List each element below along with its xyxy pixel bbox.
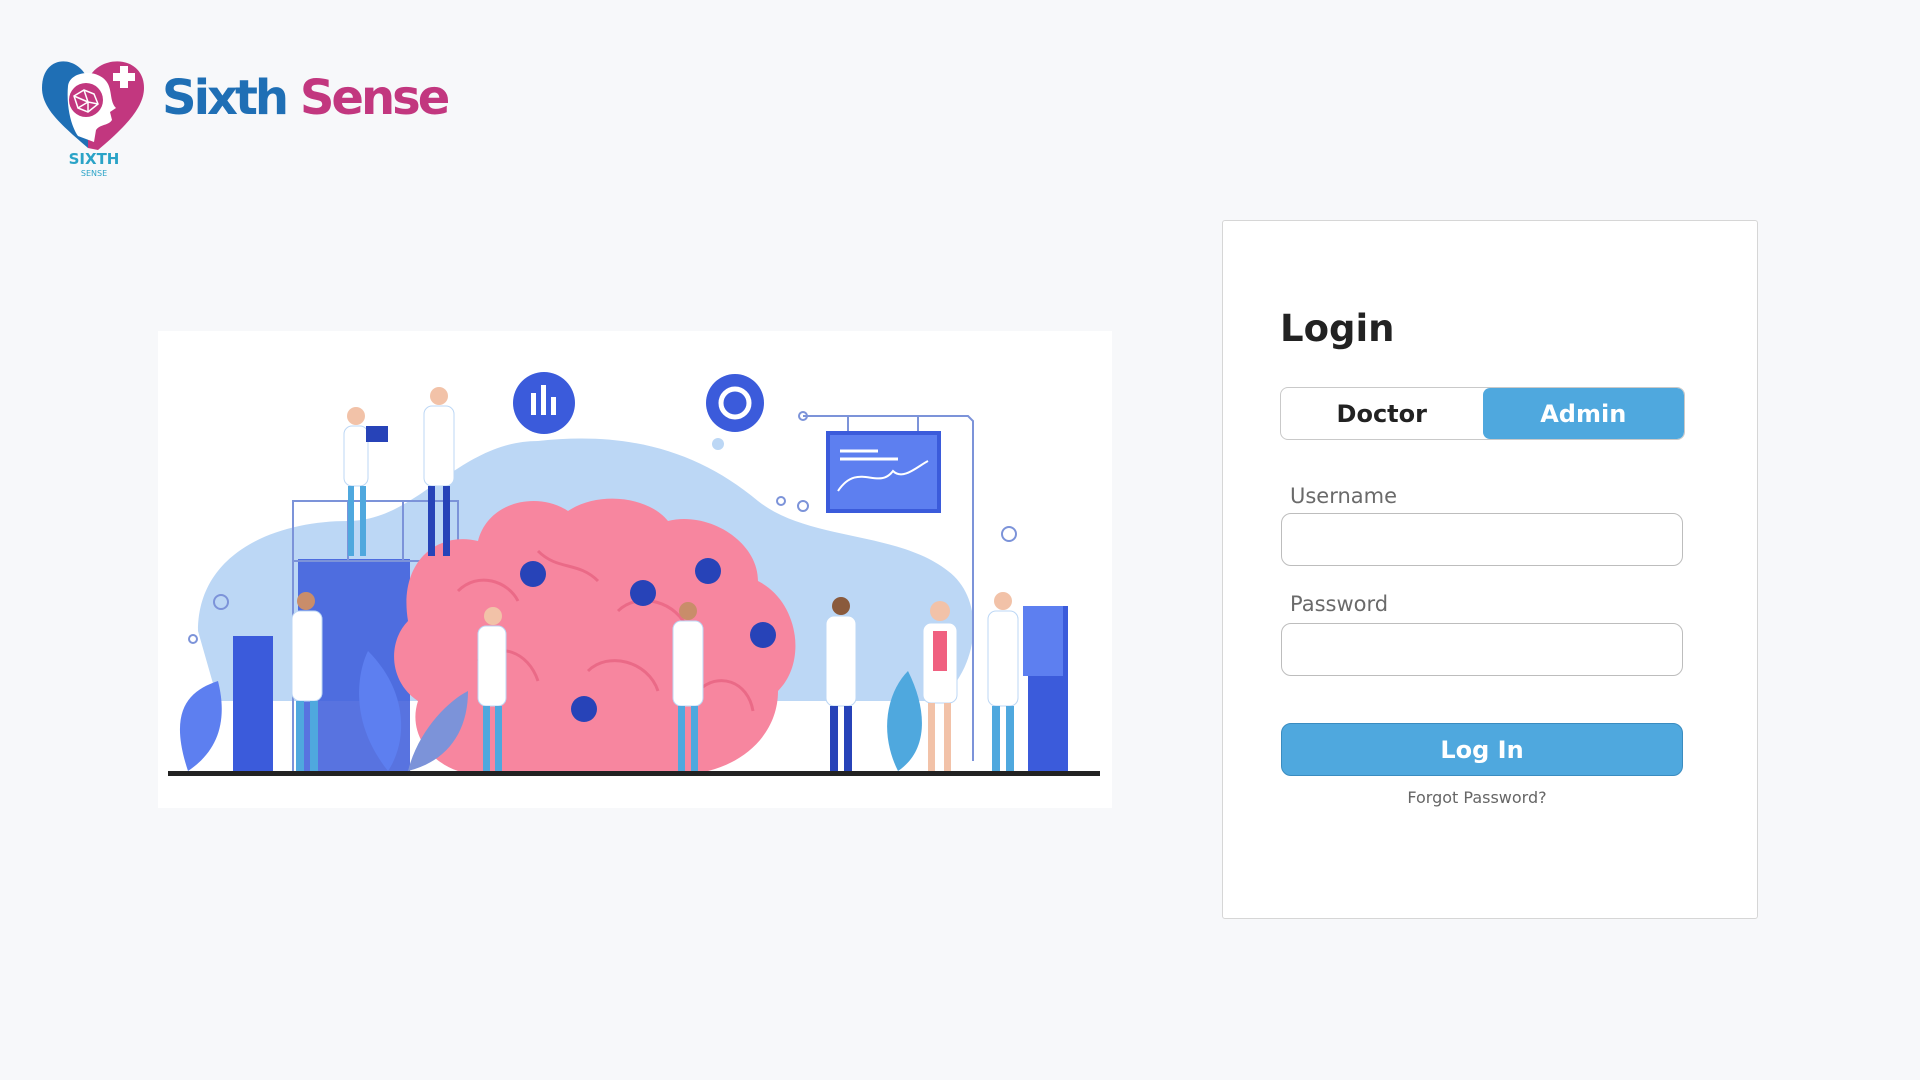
brand-name-part2: Sense [286,70,450,126]
logo-icon: SIXTH SENSE [38,50,150,178]
svg-text:SENSE: SENSE [81,169,107,178]
password-label: Password [1290,592,1389,616]
password-input[interactable] [1281,623,1683,676]
username-input[interactable] [1281,513,1683,566]
login-card: Login Doctor Admin Username Password Log… [1222,220,1758,919]
username-label: Username [1290,484,1398,508]
brand-name-part1: Sixth [162,70,289,126]
medical-team-brain-illustration [158,331,1112,808]
brand-name: Sixth Sense [162,68,450,128]
role-toggle: Doctor Admin [1280,387,1685,440]
svg-text:SIXTH: SIXTH [69,150,120,168]
login-title: Login [1280,307,1395,350]
role-admin-button[interactable]: Admin [1482,388,1684,439]
forgot-password-link[interactable]: Forgot Password? [1223,788,1731,807]
login-button[interactable]: Log In [1281,723,1683,776]
login-page: SIXTH SENSE Sixth Sense Login Doctor Adm… [0,0,1920,1080]
role-doctor-button[interactable]: Doctor [1281,388,1483,439]
